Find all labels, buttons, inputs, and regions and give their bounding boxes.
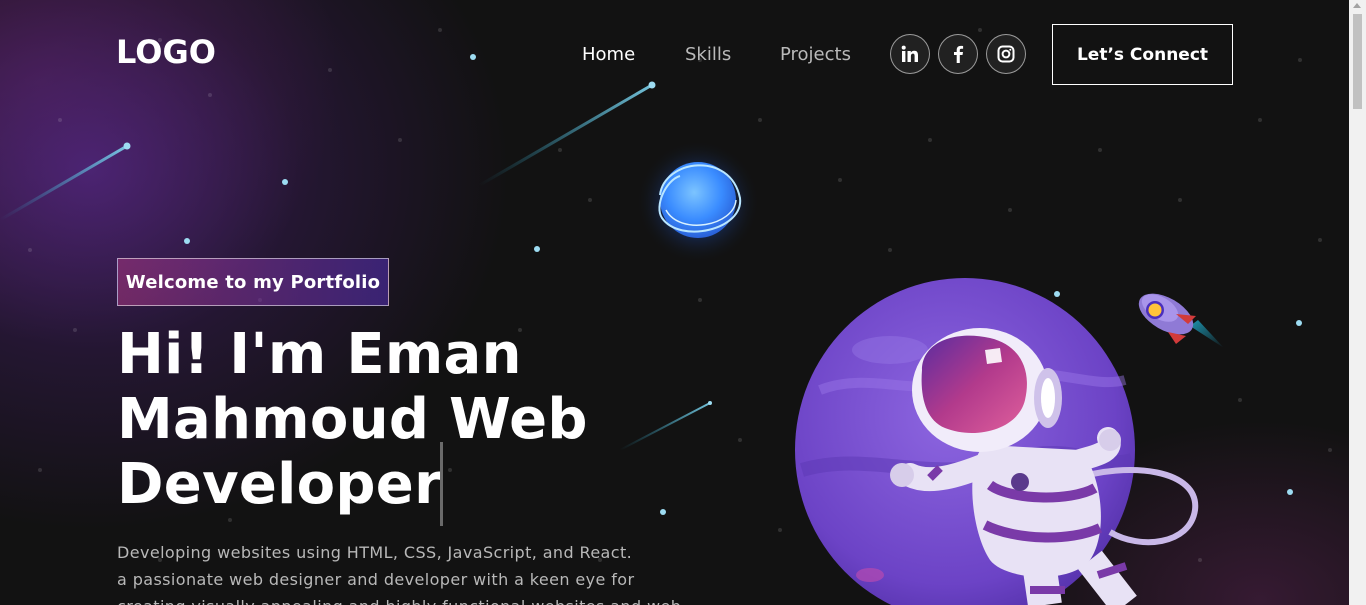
typing-cursor [440, 442, 443, 526]
headline-line: Hi! I'm Eman [117, 322, 522, 387]
welcome-tagline: Welcome to my Portfolio [117, 258, 389, 306]
astronaut-planet-illustration [795, 278, 1199, 605]
portfolio-page: LOGO Home Skills Projects Let’s Connect … [0, 0, 1366, 605]
glowing-planet-icon [636, 140, 760, 264]
facebook-button[interactable] [938, 34, 978, 74]
page-scrollbar[interactable] [1349, 0, 1366, 605]
linkedin-button[interactable] [890, 34, 930, 74]
nav-link-home[interactable]: Home [582, 44, 635, 65]
instagram-icon [997, 45, 1015, 63]
scroll-up-arrow-icon[interactable] [1353, 3, 1361, 8]
headline-line: Mahmoud Web [117, 387, 588, 452]
nav-link-skills[interactable]: Skills [685, 44, 731, 65]
hero-headline: Hi! I'm Eman Mahmoud Web Developer [117, 322, 757, 517]
nav-link-projects[interactable]: Projects [780, 44, 851, 65]
instagram-button[interactable] [986, 34, 1026, 74]
headline-line: Developer [117, 452, 443, 517]
description-line: creating visually appealing and highly f… [117, 593, 757, 605]
description-line: Developing websites using HTML, CSS, Jav… [117, 543, 633, 562]
lets-connect-button[interactable]: Let’s Connect [1052, 24, 1233, 85]
site-logo[interactable]: LOGO [116, 33, 216, 71]
shooting-star [0, 144, 128, 222]
facebook-icon [954, 45, 964, 63]
hero-description: Developing websites using HTML, CSS, Jav… [117, 539, 757, 605]
description-line: a passionate web designer and developer … [117, 570, 635, 589]
linkedin-icon [901, 45, 918, 62]
scrollbar-thumb[interactable] [1353, 14, 1362, 109]
